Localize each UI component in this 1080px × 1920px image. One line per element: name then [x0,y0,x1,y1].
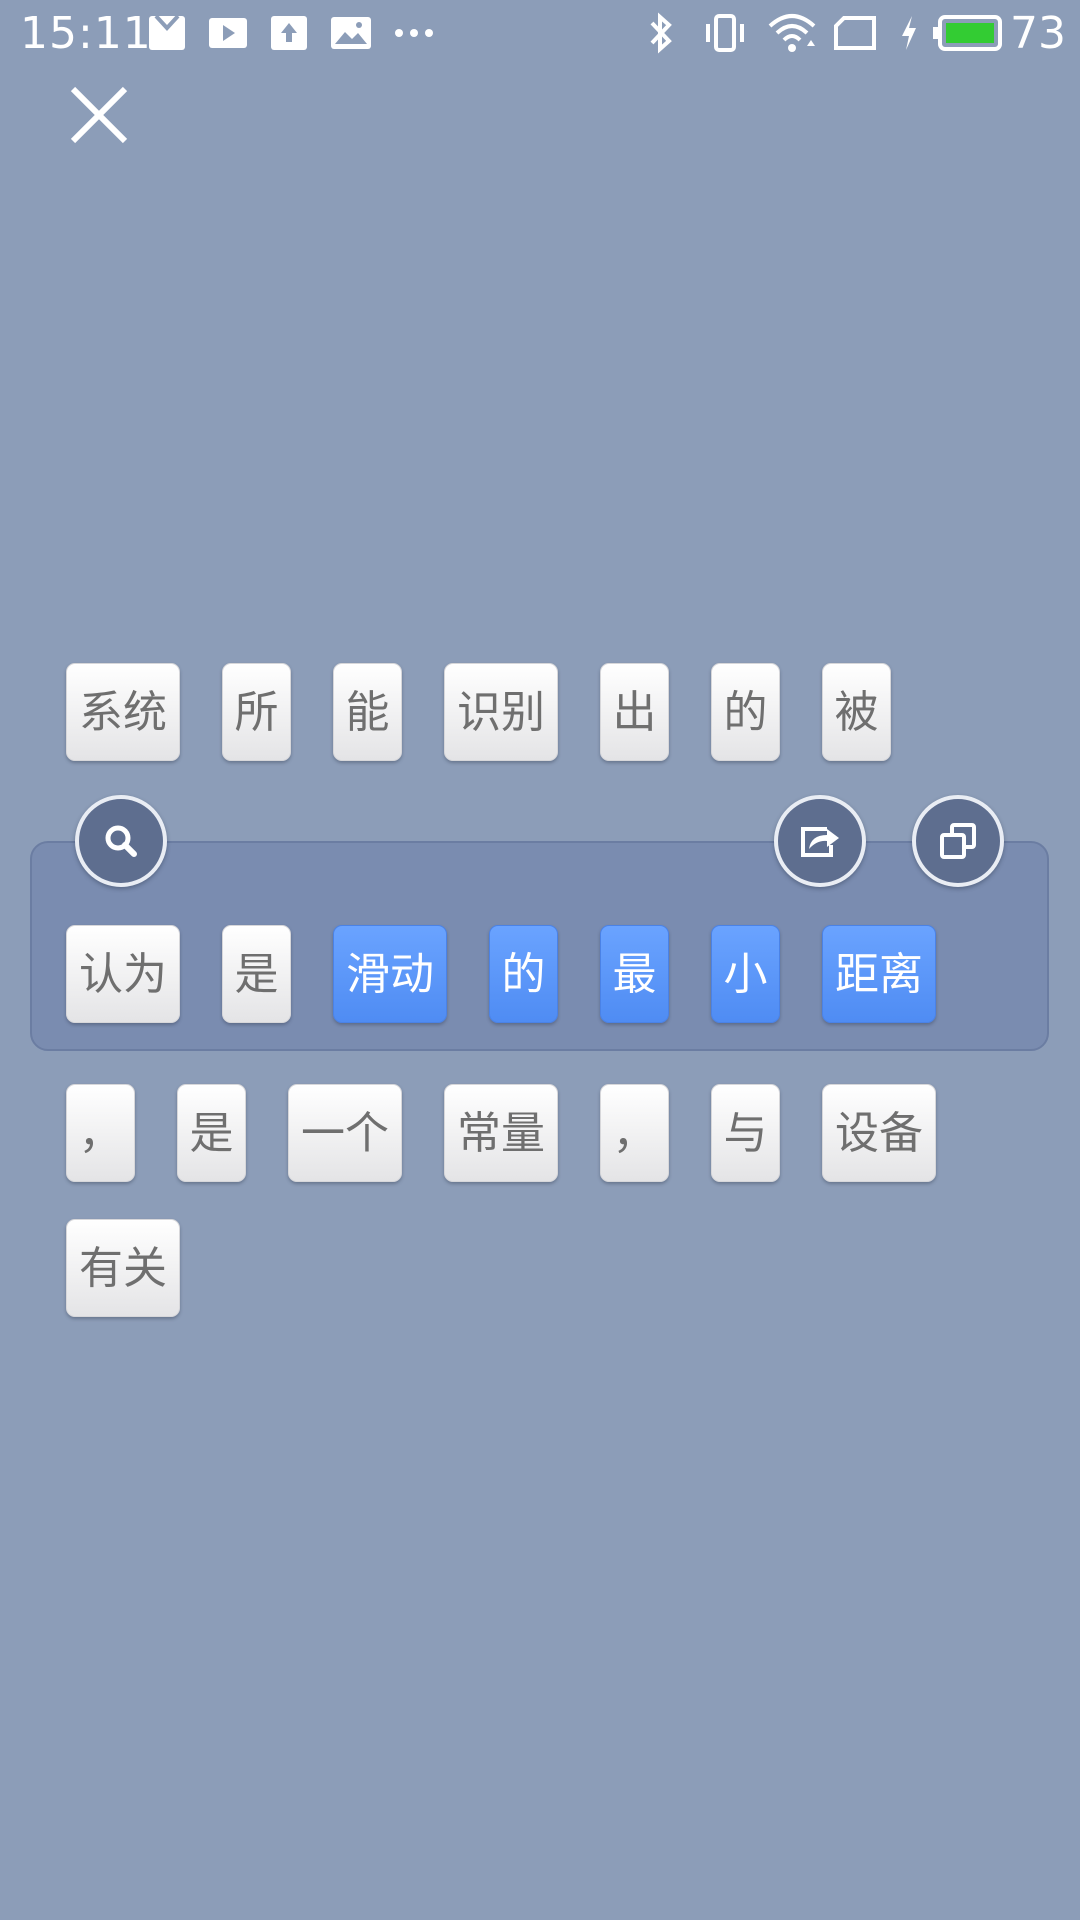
sim-icon [834,16,878,54]
play-icon [208,14,248,56]
word-chip-selected[interactable]: 距离 [822,925,936,1023]
word-chip[interactable]: 常量 [444,1084,558,1182]
word-chip-selected[interactable]: 最 [600,925,669,1023]
word-chip[interactable]: 是 [222,925,291,1023]
image-icon [330,14,372,56]
mail-icon [148,14,186,56]
word-chip[interactable]: 有关 [66,1219,180,1317]
close-button[interactable] [64,80,134,150]
vibrate-icon [704,12,746,58]
battery-percent: 73 [1010,8,1066,59]
word-chip[interactable]: 被 [822,663,891,761]
word-chip[interactable]: 与 [711,1084,780,1182]
word-chip[interactable]: 系统 [66,663,180,761]
word-chip[interactable]: 设备 [822,1084,936,1182]
battery-icon [932,14,1002,56]
close-icon [64,86,134,154]
word-chip[interactable]: 是 [177,1084,246,1182]
status-time: 15:11 [20,8,152,59]
status-bar: 15:11 73 [0,0,1080,66]
word-chip[interactable]: 出 [600,663,669,761]
charging-icon [898,14,920,56]
word-chip[interactable]: 一个 [288,1084,402,1182]
search-button[interactable] [75,795,167,887]
copy-button[interactable] [912,795,1004,887]
more-dots-icon [394,24,434,43]
word-chip[interactable]: ， [600,1084,669,1182]
word-chip[interactable]: 能 [333,663,402,761]
bluetooth-icon [646,12,676,58]
wifi-icon [766,12,818,58]
word-chip[interactable]: 认为 [66,925,180,1023]
word-chip[interactable]: 所 [222,663,291,761]
share-button[interactable] [774,795,866,887]
word-chip-selected[interactable]: 滑动 [333,925,447,1023]
word-chip-selected[interactable]: 的 [489,925,558,1023]
word-chip[interactable]: 的 [711,663,780,761]
word-chip[interactable]: 识别 [444,663,558,761]
word-chip[interactable]: ， [66,1084,135,1182]
upload-icon [270,14,308,56]
word-chip-selected[interactable]: 小 [711,925,780,1023]
